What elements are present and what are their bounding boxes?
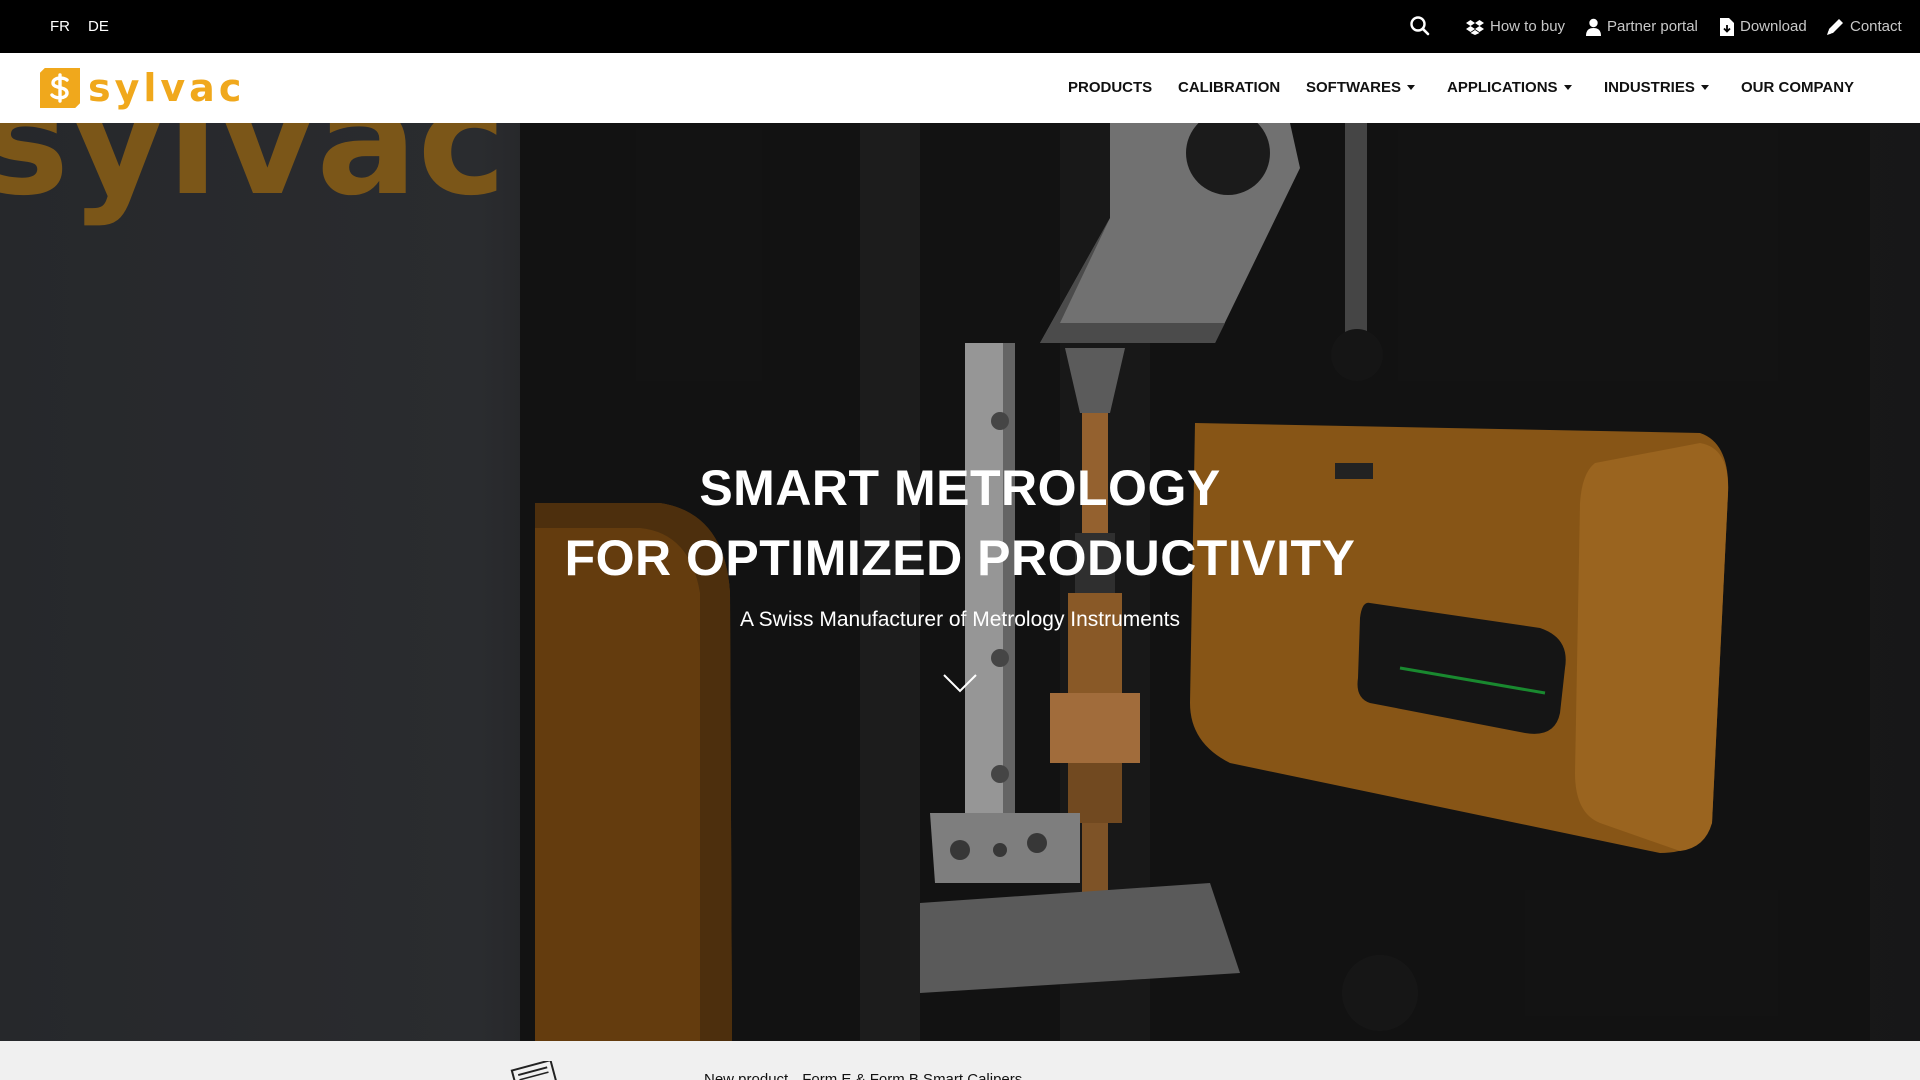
- hero-subtitle: A Swiss Manufacturer of Metrology Instru…: [739, 608, 1180, 631]
- download-link[interactable]: Download: [1720, 0, 1807, 53]
- search-icon[interactable]: [1408, 14, 1432, 38]
- nav-applications-label: APPLICATIONS: [1447, 79, 1558, 96]
- partner-portal-label: Partner portal: [1607, 18, 1698, 35]
- hero-banner: sylvac SMART METROLOGY FOR OPTIMIZED PRO…: [0, 123, 1920, 1041]
- language-de-link[interactable]: DE: [88, 0, 109, 53]
- nav-products[interactable]: PRODUCTS: [1068, 53, 1152, 123]
- nav-softwares-label: SOFTWARES: [1306, 79, 1402, 96]
- nav-our-company[interactable]: OUR COMPANY: [1741, 53, 1854, 123]
- how-to-buy-link[interactable]: How to buy: [1466, 0, 1565, 53]
- news-label: New product: [704, 1071, 789, 1080]
- nav-applications[interactable]: APPLICATIONS: [1447, 53, 1572, 123]
- language-fr-link[interactable]: FR: [50, 0, 70, 53]
- chevron-down-icon[interactable]: [942, 671, 978, 695]
- newspaper-icon: [508, 1058, 560, 1080]
- top-utility-bar: FR DE How to buy Partner portal Download…: [0, 0, 1920, 53]
- main-navbar: sylvac PRODUCTS CALIBRATION SOFTWARES AP…: [0, 53, 1920, 123]
- nav-industries-label: INDUSTRIES: [1604, 79, 1695, 96]
- nav-our-company-label: OUR COMPANY: [1741, 79, 1855, 96]
- download-label: Download: [1740, 18, 1807, 35]
- nav-calibration-label: CALIBRATION: [1178, 79, 1281, 96]
- news-headline: Form E & Form B Smart Calipers: [802, 1071, 1023, 1080]
- caret-down-icon: [1407, 84, 1416, 90]
- contact-label: Contact: [1850, 18, 1902, 35]
- caret-down-icon: [1700, 84, 1709, 90]
- news-strip: New product Form E & Form B Smart Caliper…: [0, 1041, 1920, 1080]
- file-download-icon: [1720, 17, 1734, 36]
- dropbox-icon: [1466, 19, 1484, 35]
- hero-title-line1: SMART METROLOGY: [699, 460, 1221, 516]
- nav-industries[interactable]: INDUSTRIES: [1604, 53, 1709, 123]
- logo-mark-icon: [40, 68, 80, 108]
- nav-products-label: PRODUCTS: [1068, 79, 1153, 96]
- user-icon: [1586, 18, 1601, 36]
- contact-link[interactable]: Contact: [1826, 0, 1902, 53]
- caret-down-icon: [1563, 84, 1572, 90]
- logo-text: sylvac: [88, 66, 246, 110]
- news-link[interactable]: New product Form E & Form B Smart Caliper…: [704, 1071, 1022, 1080]
- nav-calibration[interactable]: CALIBRATION: [1178, 53, 1280, 123]
- nav-softwares[interactable]: SOFTWARES: [1306, 53, 1416, 123]
- how-to-buy-label: How to buy: [1490, 18, 1566, 35]
- hero-title-line2: FOR OPTIMIZED PRODUCTIVITY: [564, 530, 1356, 586]
- sylvac-logo[interactable]: sylvac: [40, 67, 245, 109]
- partner-portal-link[interactable]: Partner portal: [1586, 0, 1698, 53]
- pencil-icon: [1826, 18, 1844, 36]
